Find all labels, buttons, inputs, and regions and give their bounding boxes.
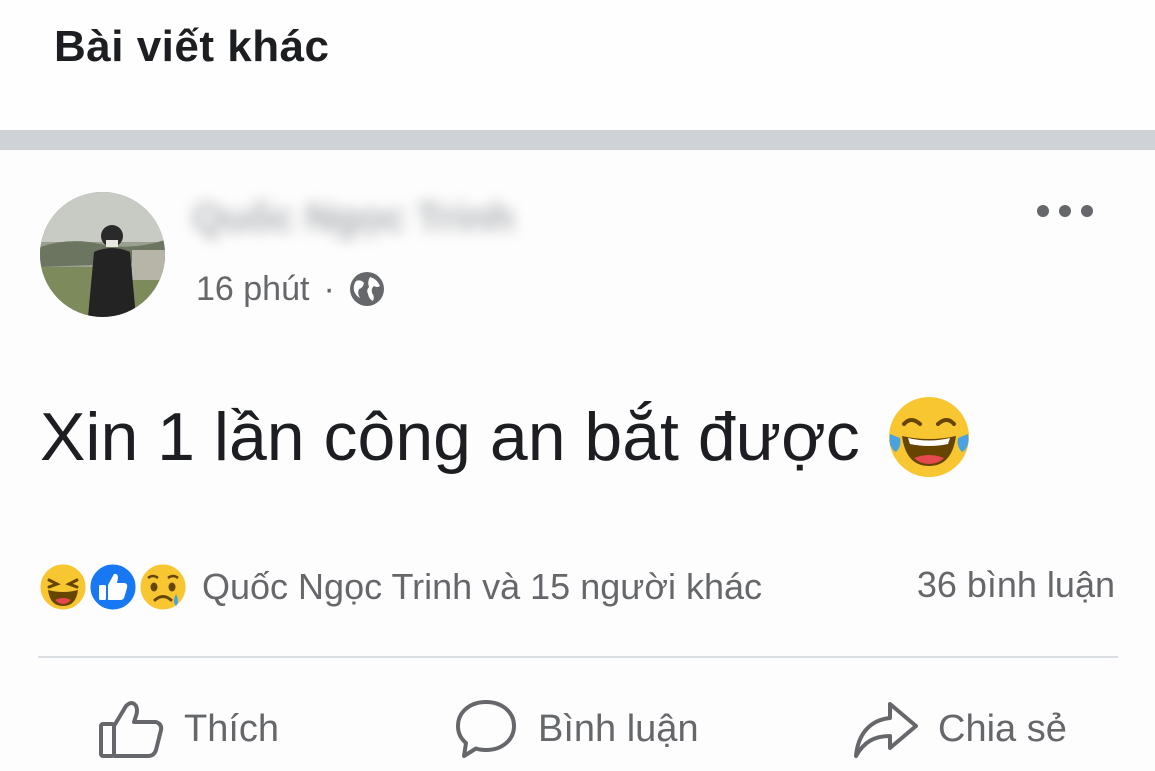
author-name[interactable]: Quốc Ngọc Trinh [192, 196, 514, 241]
thumbs-up-icon [99, 701, 164, 758]
comment-count[interactable]: 36 bình luận [917, 564, 1115, 606]
like-button[interactable]: Thích [98, 698, 279, 760]
like-label: Thích [184, 707, 280, 750]
haha-reaction-icon [37, 561, 89, 613]
comment-label: Bình luận [538, 707, 699, 750]
meta-separator: · [323, 269, 335, 308]
post-text-content: Xin 1 lần công an bắt được [40, 399, 860, 475]
share-label: Chia sẻ [938, 707, 1067, 750]
like-reaction-icon [87, 561, 139, 613]
reaction-bar[interactable]: Quốc Ngọc Trinh và 15 người khác [36, 560, 762, 614]
avatar-photo [40, 192, 165, 317]
post-meta: 16 phút · [196, 268, 387, 310]
avatar[interactable] [40, 192, 165, 317]
post-time[interactable]: 16 phút [196, 270, 309, 309]
globe-icon [349, 272, 384, 306]
section-title: Bài viết khác [54, 22, 330, 71]
section-header: Bài viết khác [0, 0, 1155, 130]
post-card: Quốc Ngọc Trinh 16 phút · Xin 1 lần công… [0, 150, 1155, 771]
section-separator [0, 130, 1155, 150]
share-icon [854, 702, 918, 758]
laugh-crying-emoji [888, 397, 969, 477]
sad-reaction-icon [137, 561, 189, 613]
share-button[interactable]: Chia sẻ [852, 698, 1067, 760]
action-divider [38, 656, 1118, 658]
more-dot-icon [1059, 205, 1071, 217]
more-dot-icon [1081, 205, 1093, 217]
post-text: Xin 1 lần công an bắt được [40, 394, 972, 480]
comment-icon [456, 700, 516, 758]
reaction-summary[interactable]: Quốc Ngọc Trinh và 15 người khác [202, 566, 762, 608]
more-options-button[interactable] [1037, 198, 1093, 224]
comment-button[interactable]: Bình luận [452, 698, 699, 760]
more-dot-icon [1037, 205, 1049, 217]
